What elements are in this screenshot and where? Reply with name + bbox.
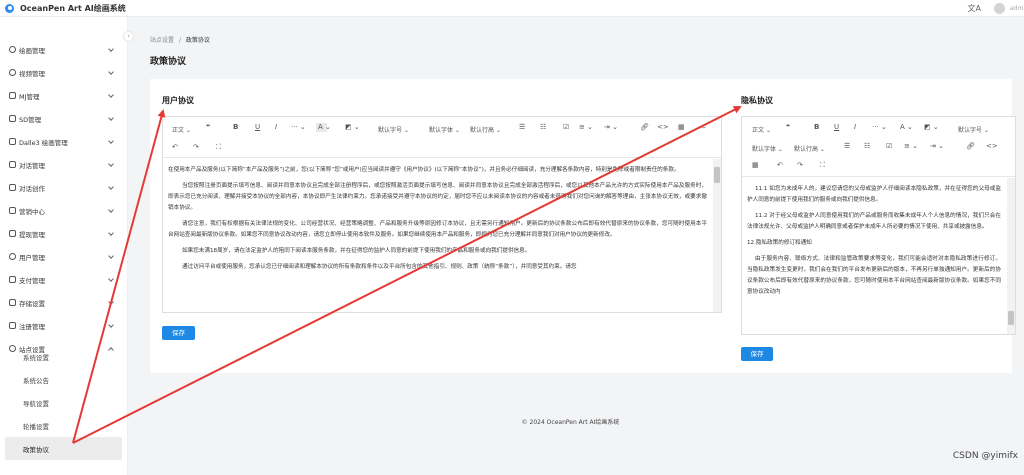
arrow-to-privacy-agreement	[72, 106, 742, 444]
arrow-to-user-agreement	[72, 109, 166, 444]
annotation-arrows	[72, 106, 742, 444]
